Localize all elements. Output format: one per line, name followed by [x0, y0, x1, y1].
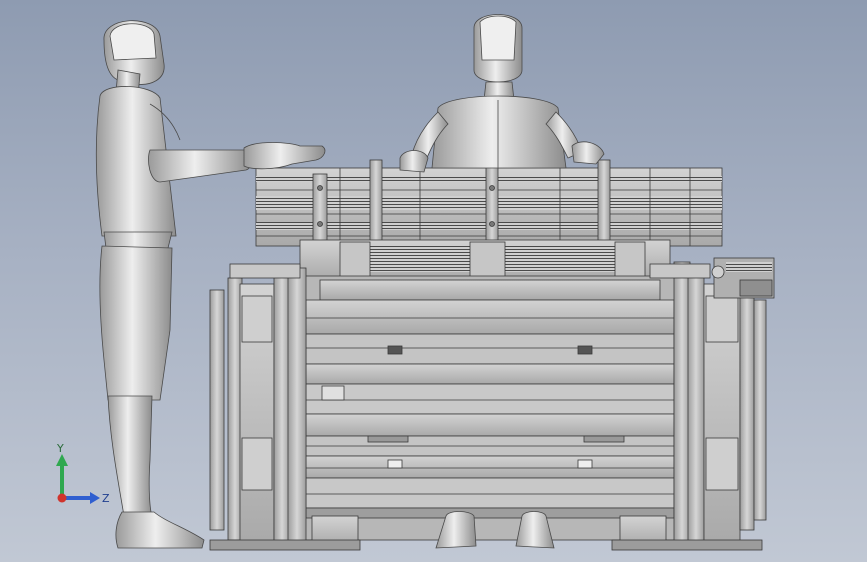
view-orientation-triad: Y Z: [56, 442, 110, 505]
drive-motor-unit[interactable]: [711, 257, 775, 299]
triad-z-arrow: [90, 492, 100, 504]
machine-assembly[interactable]: [209, 159, 775, 551]
triad-y-arrow: [56, 454, 68, 466]
triad-y-label: Y: [56, 442, 64, 455]
assembly-scene[interactable]: Y Z: [0, 0, 867, 562]
cad-graphics-viewport[interactable]: Y Z: [0, 0, 867, 562]
main-frame[interactable]: [299, 275, 681, 541]
triad-z-label: Z: [102, 492, 110, 505]
roller-beam[interactable]: [299, 239, 671, 281]
left-side-frame[interactable]: [209, 263, 307, 549]
triad-x-origin: [57, 493, 67, 503]
